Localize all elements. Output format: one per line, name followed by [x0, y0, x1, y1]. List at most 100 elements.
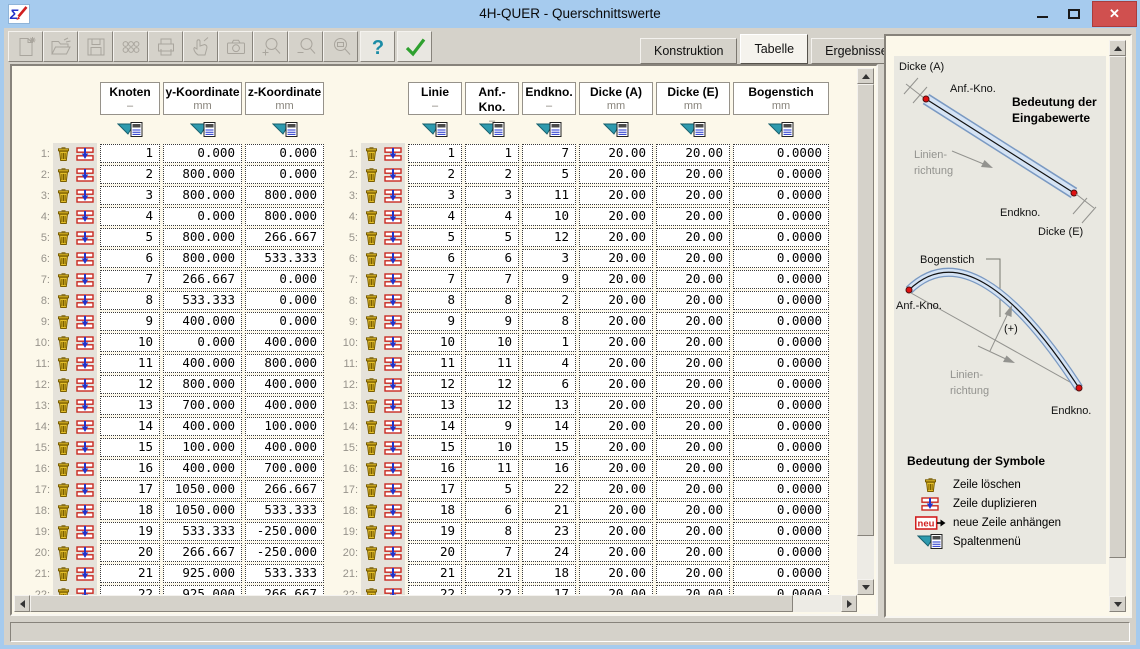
table-cell[interactable]: 400.000: [245, 396, 324, 415]
table-cell[interactable]: 20.00: [656, 417, 730, 436]
table-cell[interactable]: 2: [465, 165, 519, 184]
new-file-button[interactable]: [8, 31, 43, 62]
table-cell[interactable]: 20.00: [579, 417, 653, 436]
table-cell[interactable]: 20.00: [656, 207, 730, 226]
delete-row-button[interactable]: [364, 167, 379, 183]
table-cell[interactable]: 20.00: [579, 165, 653, 184]
table-cell[interactable]: 7: [522, 144, 576, 163]
table-cell[interactable]: 0.0000: [733, 438, 829, 457]
table-cell[interactable]: 8: [465, 291, 519, 310]
duplicate-row-button[interactable]: [384, 294, 402, 308]
table-cell[interactable]: 925.000: [163, 564, 242, 583]
duplicate-row-button[interactable]: [76, 315, 94, 329]
table-cell[interactable]: 20.00: [656, 564, 730, 583]
table-cell[interactable]: 11: [408, 354, 462, 373]
table-cell[interactable]: 20.00: [579, 186, 653, 205]
duplicate-row-button[interactable]: [76, 399, 94, 413]
table-cell[interactable]: 0.0000: [733, 312, 829, 331]
table-cell[interactable]: 0.0000: [733, 480, 829, 499]
confirm-button[interactable]: [397, 31, 432, 62]
table-cell[interactable]: 20.00: [579, 291, 653, 310]
table-cell[interactable]: 20.00: [656, 480, 730, 499]
table-cell[interactable]: 0.0000: [733, 249, 829, 268]
table-cell[interactable]: 20.00: [579, 312, 653, 331]
delete-row-button[interactable]: [56, 335, 71, 351]
table-cell[interactable]: 9: [465, 312, 519, 331]
maximize-button[interactable]: [1060, 2, 1088, 26]
table-cell[interactable]: 18: [408, 501, 462, 520]
table-cell[interactable]: 800.000: [245, 354, 324, 373]
table-cell[interactable]: 800.000: [163, 165, 242, 184]
table-cell[interactable]: 0.000: [163, 207, 242, 226]
delete-row-button[interactable]: [364, 461, 379, 477]
duplicate-row-button[interactable]: [76, 231, 94, 245]
table-cell[interactable]: 400.000: [245, 375, 324, 394]
table-cell[interactable]: 0.0000: [733, 333, 829, 352]
table-cell[interactable]: 10: [522, 207, 576, 226]
delete-row-button[interactable]: [56, 461, 71, 477]
table-cell[interactable]: 6: [465, 249, 519, 268]
table-cell[interactable]: 20.00: [656, 459, 730, 478]
points-grid-button[interactable]: [113, 31, 148, 62]
table-cell[interactable]: 10: [465, 438, 519, 457]
table-cell[interactable]: 20.00: [656, 144, 730, 163]
delete-row-button[interactable]: [56, 398, 71, 414]
duplicate-row-button[interactable]: [76, 168, 94, 182]
duplicate-row-button[interactable]: [384, 399, 402, 413]
table-cell[interactable]: 1: [465, 144, 519, 163]
zoom-window-button[interactable]: [323, 31, 358, 62]
tab-konstruktion[interactable]: Konstruktion: [640, 38, 737, 64]
table-cell[interactable]: 8: [408, 291, 462, 310]
duplicate-row-button[interactable]: [76, 378, 94, 392]
table-cell[interactable]: 400.000: [245, 333, 324, 352]
table-cell[interactable]: 1050.000: [163, 480, 242, 499]
table-cell[interactable]: 5: [465, 228, 519, 247]
duplicate-row-button[interactable]: [76, 546, 94, 560]
table-cell[interactable]: 20.00: [579, 333, 653, 352]
table-cell[interactable]: 800.000: [163, 249, 242, 268]
duplicate-row-button[interactable]: [76, 525, 94, 539]
column-menu-button[interactable]: [163, 120, 242, 138]
scroll-down-button[interactable]: [857, 579, 874, 595]
table-cell[interactable]: 13: [100, 396, 160, 415]
duplicate-row-button[interactable]: [384, 525, 402, 539]
table-cell[interactable]: 0.000: [163, 333, 242, 352]
duplicate-row-button[interactable]: [384, 462, 402, 476]
delete-row-button[interactable]: [364, 545, 379, 561]
table-cell[interactable]: 9: [408, 312, 462, 331]
table-cell[interactable]: 20.00: [579, 585, 653, 595]
table-cell[interactable]: 20.00: [579, 543, 653, 562]
table-cell[interactable]: 9: [465, 417, 519, 436]
duplicate-row-button[interactable]: [384, 420, 402, 434]
table-cell[interactable]: 14: [408, 417, 462, 436]
sidebar-scrollbar[interactable]: [1109, 40, 1126, 612]
table-cell[interactable]: 12: [100, 375, 160, 394]
delete-row-button[interactable]: [56, 545, 71, 561]
table-cell[interactable]: 0.0000: [733, 354, 829, 373]
delete-row-button[interactable]: [364, 146, 379, 162]
table-cell[interactable]: 3: [408, 186, 462, 205]
table-cell[interactable]: 400.000: [163, 312, 242, 331]
table-cell[interactable]: 9: [522, 270, 576, 289]
table-cell[interactable]: 20.00: [656, 438, 730, 457]
table-cell[interactable]: 24: [522, 543, 576, 562]
delete-row-button[interactable]: [56, 314, 71, 330]
table-cell[interactable]: 21: [408, 564, 462, 583]
table-cell[interactable]: 16: [408, 459, 462, 478]
table-cell[interactable]: 1: [522, 333, 576, 352]
table-cell[interactable]: 20.00: [579, 501, 653, 520]
table-cell[interactable]: 6: [465, 501, 519, 520]
table-cell[interactable]: 20.00: [656, 165, 730, 184]
table-cell[interactable]: 11: [465, 354, 519, 373]
table-cell[interactable]: 10: [100, 333, 160, 352]
table-cell[interactable]: 533.333: [163, 522, 242, 541]
table-cell[interactable]: 13: [408, 396, 462, 415]
table-cell[interactable]: 266.667: [163, 543, 242, 562]
column-menu-button[interactable]: [465, 120, 519, 138]
column-menu-button[interactable]: [733, 120, 829, 138]
table-cell[interactable]: 20.00: [656, 501, 730, 520]
table-cell[interactable]: 22: [465, 585, 519, 595]
delete-row-button[interactable]: [364, 335, 379, 351]
delete-row-button[interactable]: [364, 314, 379, 330]
table-cell[interactable]: 22: [522, 480, 576, 499]
